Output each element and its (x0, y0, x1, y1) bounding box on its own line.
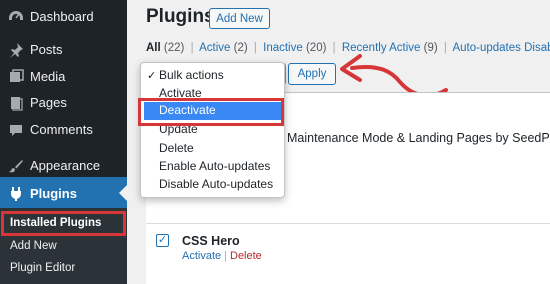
activate-link[interactable]: Activate (182, 250, 221, 262)
sidebar-item-label: Appearance (30, 158, 101, 173)
pages-icon (6, 93, 26, 113)
option-enable-auto-updates[interactable]: Enable Auto-updates (159, 159, 270, 173)
deactivate-highlight-box (138, 98, 284, 126)
bulk-actions-dropdown: ✓ Bulk actions Activate Deactivate Updat… (140, 62, 285, 198)
submenu-add-new[interactable]: Add New (10, 240, 57, 252)
option-bulk-actions[interactable]: Bulk actions (159, 68, 224, 82)
sidebar-item-label: Pages (30, 95, 67, 110)
selected-check-icon: ✓ (147, 70, 157, 82)
admin-sidebar: Dashboard Posts Media Pages Comments App… (0, 0, 127, 284)
plugin-title-css-hero: CSS Hero (182, 234, 240, 248)
sidebar-item-label: Dashboard (30, 9, 94, 24)
filter-all[interactable]: All (22) (146, 42, 184, 54)
sidebar-item-label: Plugins (30, 186, 77, 201)
filter-separator: | (253, 42, 257, 54)
plugin-row-actions: Activate | Delete (182, 250, 262, 262)
option-delete[interactable]: Delete (159, 141, 194, 155)
filter-auto-updates-disabled[interactable]: Auto-updates Disabled (452, 42, 550, 54)
action-separator: | (224, 250, 227, 262)
comment-icon (6, 120, 26, 140)
page-title: Plugins (146, 6, 215, 27)
sidebar-item-plugins[interactable]: Plugins (0, 177, 127, 210)
sidebar-item-comments[interactable]: Comments (0, 113, 127, 146)
apply-button[interactable]: Apply (288, 63, 336, 85)
option-disable-auto-updates[interactable]: Disable Auto-updates (159, 177, 273, 191)
checkmark-icon: ✓ (157, 234, 168, 246)
filter-separator: | (190, 42, 194, 54)
plugin-row-checkbox[interactable]: ✓ (156, 234, 169, 247)
filter-inactive[interactable]: Inactive (20) (263, 42, 326, 54)
row-divider (146, 223, 550, 224)
plugin-icon (6, 184, 26, 204)
sidebar-item-label: Comments (30, 122, 93, 137)
sidebar-item-label: Posts (30, 42, 63, 57)
sidebar-item-label: Media (30, 69, 66, 84)
pin-icon (6, 40, 26, 60)
delete-link[interactable]: Delete (230, 250, 262, 262)
filter-active[interactable]: Active (2) (199, 42, 248, 54)
media-icon (6, 67, 26, 87)
add-new-button[interactable]: Add New (209, 8, 270, 29)
plugin-title-seedprod: Maintenance Mode & Landing Pages by Seed… (287, 131, 550, 145)
submenu-plugin-editor[interactable]: Plugin Editor (10, 262, 75, 274)
current-menu-pointer (119, 185, 127, 201)
brush-icon (6, 156, 26, 176)
dashboard-icon (6, 7, 26, 27)
sidebar-item-dashboard[interactable]: Dashboard (0, 0, 127, 33)
installed-plugins-highlight-box (1, 211, 126, 236)
